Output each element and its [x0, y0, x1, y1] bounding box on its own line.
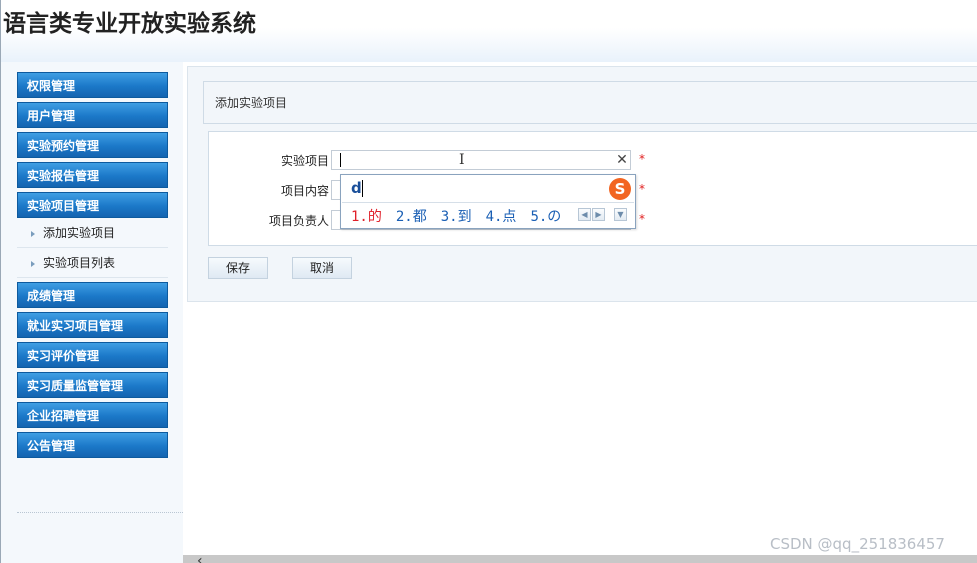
submenu-project-list[interactable]: 实验项目列表 — [17, 248, 168, 278]
project-name-input[interactable] — [331, 150, 631, 170]
ime-candidate-window: d S 1.的 2.都 3.到 4.点 5.の ◀ ▶ ▼ — [340, 174, 636, 229]
submenu-add-project[interactable]: 添加实验项目 — [17, 218, 168, 248]
required-mark: * — [639, 182, 645, 196]
app-title: 语言类专业开放实验系统 — [3, 11, 256, 37]
menu-recruitment[interactable]: 企业招聘管理 — [17, 402, 168, 428]
ime-prev-page-icon[interactable]: ◀ — [578, 208, 591, 221]
menu-projects[interactable]: 实验项目管理 — [17, 192, 168, 218]
text-caret — [340, 153, 341, 167]
save-button[interactable]: 保存 — [208, 257, 268, 279]
ime-candidate[interactable]: 4.点 — [486, 209, 517, 225]
sidebar: 权限管理 用户管理 实验预约管理 实验报告管理 实验项目管理 添加实验项目 实验… — [0, 62, 183, 563]
submenu-label: 添加实验项目 — [43, 226, 116, 240]
submenu-label: 实验项目列表 — [43, 256, 116, 270]
ime-candidates: 1.的 2.都 3.到 4.点 5.の — [351, 206, 575, 226]
menu-internship-evaluation[interactable]: 实习评价管理 — [17, 342, 168, 368]
menu-internship-projects[interactable]: 就业实习项目管理 — [17, 312, 168, 338]
menu-internship-quality[interactable]: 实习质量监管管理 — [17, 372, 168, 398]
menu-announcements[interactable]: 公告管理 — [17, 432, 168, 458]
sidebar-menu: 权限管理 用户管理 实验预约管理 实验报告管理 实验项目管理 添加实验项目 实验… — [17, 72, 169, 462]
horizontal-scrollbar[interactable] — [183, 555, 977, 563]
menu-reservations[interactable]: 实验预约管理 — [17, 132, 168, 158]
cancel-button[interactable]: 取消 — [292, 257, 352, 279]
label-owner: 项目负责人 — [268, 214, 329, 228]
sogou-logo-icon: S — [609, 178, 631, 200]
sidebar-divider — [17, 512, 183, 513]
label-content: 项目内容 — [280, 184, 329, 198]
triangle-right-icon — [31, 230, 35, 237]
menu-permission[interactable]: 权限管理 — [17, 72, 168, 98]
menu-users[interactable]: 用户管理 — [17, 102, 168, 128]
label-project: 实验项目 — [280, 154, 329, 168]
ime-candidate[interactable]: 5.の — [530, 209, 561, 225]
ime-divider — [342, 202, 634, 203]
page-title: 添加实验项目 — [203, 81, 977, 124]
clear-icon[interactable]: ✕ — [614, 150, 630, 170]
ime-candidate[interactable]: 1.的 — [351, 209, 382, 225]
ime-next-page-icon[interactable]: ▶ — [592, 208, 605, 221]
required-mark: * — [639, 212, 645, 226]
submenu-projects: 添加实验项目 实验项目列表 — [17, 218, 168, 278]
menu-reports[interactable]: 实验报告管理 — [17, 162, 168, 188]
required-mark: * — [639, 152, 645, 166]
menu-grades[interactable]: 成绩管理 — [17, 282, 168, 308]
ime-candidate[interactable]: 3.到 — [441, 209, 472, 225]
ime-expand-icon[interactable]: ▼ — [614, 208, 627, 221]
ime-caret — [362, 180, 363, 197]
ime-candidate[interactable]: 2.都 — [396, 209, 427, 225]
ime-composition-text: d — [351, 179, 362, 197]
watermark: CSDN @qq_251836457 — [770, 535, 945, 553]
ibeam-cursor-icon: I — [459, 152, 465, 168]
triangle-right-icon — [31, 260, 35, 267]
scroll-left-icon[interactable]: ‹ — [197, 553, 203, 563]
app-header: 语言类专业开放实验系统 — [0, 0, 977, 62]
